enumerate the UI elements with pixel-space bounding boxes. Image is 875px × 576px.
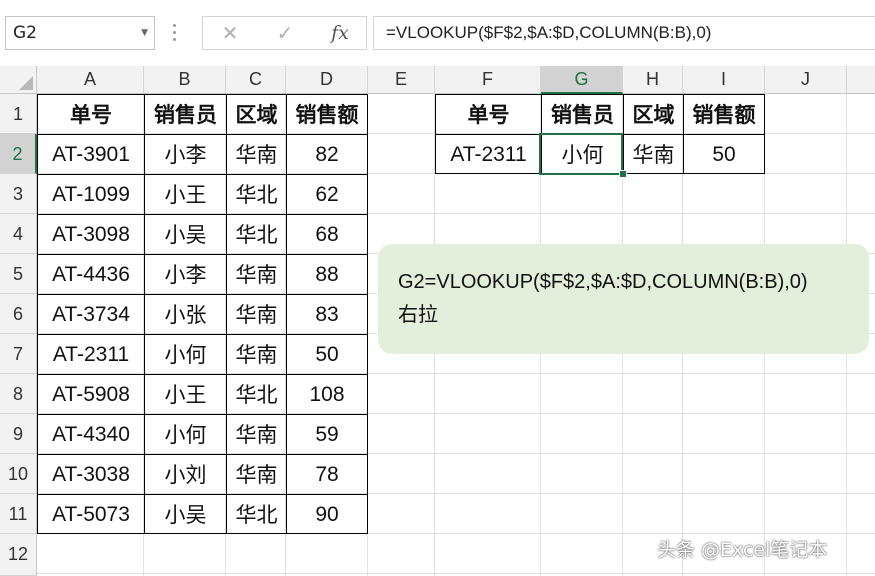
lookup-result-cell[interactable]: 50 (683, 134, 765, 174)
row-header-7[interactable]: 7 (0, 334, 37, 374)
table-cell[interactable]: 小何 (144, 414, 227, 455)
table-cell[interactable]: AT-4436 (37, 254, 145, 295)
check-icon[interactable]: ✓ (260, 17, 310, 49)
table-cell[interactable]: 78 (286, 454, 368, 495)
explanation-note: G2=VLOOKUP($F$2,$A:$D,COLUMN(B:B),0) 右拉 (378, 244, 869, 354)
table-cell[interactable]: AT-3901 (37, 134, 145, 175)
table-header-cell[interactable]: 单号 (37, 94, 145, 135)
row-header-1[interactable]: 1 (0, 94, 37, 134)
lookup-key-cell[interactable]: AT-2311 (435, 134, 542, 174)
watermark: 头条 @Excel笔记本 (657, 539, 828, 561)
table-cell[interactable]: AT-3038 (37, 454, 145, 495)
formula-buttons: ✕ ✓ fx (202, 16, 367, 50)
table-cell[interactable]: 华南 (226, 334, 287, 375)
table-cell[interactable]: AT-1099 (37, 174, 145, 215)
lookup-result-cell[interactable]: 华南 (623, 134, 684, 174)
fill-handle[interactable] (619, 170, 627, 178)
name-box-value: G2 (13, 23, 37, 43)
table-cell[interactable]: 小王 (144, 174, 227, 215)
table-cell[interactable]: AT-4340 (37, 414, 145, 455)
table-cell[interactable]: AT-3734 (37, 294, 145, 335)
table-cell[interactable]: 华北 (226, 494, 287, 534)
table-cell[interactable]: 华南 (226, 454, 287, 495)
lookup-header-cell[interactable]: 区域 (623, 94, 684, 135)
table-header-cell[interactable]: 区域 (226, 94, 287, 135)
table-cell[interactable]: 88 (286, 254, 368, 295)
table-cell[interactable]: 90 (286, 494, 368, 534)
table-cell[interactable]: 小张 (144, 294, 227, 335)
col-header-j[interactable]: J (765, 66, 847, 94)
row-header-2[interactable]: 2 (0, 134, 37, 174)
row-header-5[interactable]: 5 (0, 254, 37, 294)
note-formula: G2=VLOOKUP($F$2,$A:$D,COLUMN(B:B),0) (398, 271, 808, 293)
row-header-8[interactable]: 8 (0, 374, 37, 414)
formula-input[interactable]: =VLOOKUP($F$2,$A:$D,COLUMN(B:B),0) (373, 16, 875, 50)
row-header-12[interactable]: 12 (0, 534, 37, 576)
table-cell[interactable]: 小李 (144, 254, 227, 295)
col-header-g[interactable]: G (541, 66, 623, 94)
row-header-6[interactable]: 6 (0, 294, 37, 334)
table-cell[interactable]: AT-5073 (37, 494, 145, 534)
col-header-e[interactable]: E (368, 66, 435, 94)
row-header-10[interactable]: 10 (0, 454, 37, 494)
table-cell[interactable]: 小吴 (144, 214, 227, 255)
table-cell[interactable]: AT-2311 (37, 334, 145, 375)
col-header-h[interactable]: H (623, 66, 683, 94)
table-header-cell[interactable]: 销售额 (286, 94, 368, 135)
table-cell[interactable]: 华南 (226, 294, 287, 335)
col-header-b[interactable]: B (144, 66, 226, 94)
table-cell[interactable]: 华南 (226, 254, 287, 295)
table-cell[interactable]: 83 (286, 294, 368, 335)
chevron-down-icon[interactable]: ▼ (141, 17, 148, 49)
row-header-3[interactable]: 3 (0, 174, 37, 214)
table-cell[interactable]: 小刘 (144, 454, 227, 495)
table-cell[interactable]: 华南 (226, 134, 287, 175)
name-box[interactable]: G2 ▼ (5, 16, 155, 50)
table-cell[interactable]: 82 (286, 134, 368, 175)
table-cell[interactable]: 华北 (226, 374, 287, 415)
col-header-i[interactable]: I (683, 66, 765, 94)
formula-bar-area: G2 ▼ ✕ ✓ fx =VLOOKUP($F$2,$A:$D,COLUMN(B… (0, 0, 875, 66)
lookup-header-cell[interactable]: 销售员 (541, 94, 624, 135)
col-header-f[interactable]: F (435, 66, 541, 94)
table-cell[interactable]: 华北 (226, 174, 287, 215)
table-header-cell[interactable]: 销售员 (144, 94, 227, 135)
lookup-header-cell[interactable]: 单号 (435, 94, 542, 135)
table-cell[interactable]: 59 (286, 414, 368, 455)
table-cell[interactable]: 62 (286, 174, 368, 215)
table-cell[interactable]: 华北 (226, 214, 287, 255)
drag-handle-icon[interactable] (172, 24, 178, 44)
col-header-d[interactable]: D (286, 66, 368, 94)
col-header-a[interactable]: A (37, 66, 144, 94)
col-header-c[interactable]: C (226, 66, 286, 94)
col-header-k[interactable] (847, 66, 875, 94)
table-cell[interactable]: 108 (286, 374, 368, 415)
note-instruction: 右拉 (398, 302, 438, 326)
table-cell[interactable]: 小吴 (144, 494, 227, 534)
table-cell[interactable]: 小王 (144, 374, 227, 415)
row-header-4[interactable]: 4 (0, 214, 37, 254)
table-cell[interactable]: 小李 (144, 134, 227, 175)
table-cell[interactable]: 小何 (144, 334, 227, 375)
select-all-button[interactable] (0, 66, 37, 94)
lookup-header-cell[interactable]: 销售额 (683, 94, 765, 135)
row-header-9[interactable]: 9 (0, 414, 37, 454)
table-cell[interactable]: 华南 (226, 414, 287, 455)
table-cell[interactable]: AT-5908 (37, 374, 145, 415)
row-header-11[interactable]: 11 (0, 494, 37, 534)
active-cell-selection[interactable] (539, 133, 623, 175)
select-all-icon (19, 76, 33, 90)
fx-icon[interactable]: fx (315, 17, 365, 49)
table-cell[interactable]: AT-3098 (37, 214, 145, 255)
table-cell[interactable]: 68 (286, 214, 368, 255)
cancel-x-icon[interactable]: ✕ (205, 17, 255, 49)
table-cell[interactable]: 50 (286, 334, 368, 375)
